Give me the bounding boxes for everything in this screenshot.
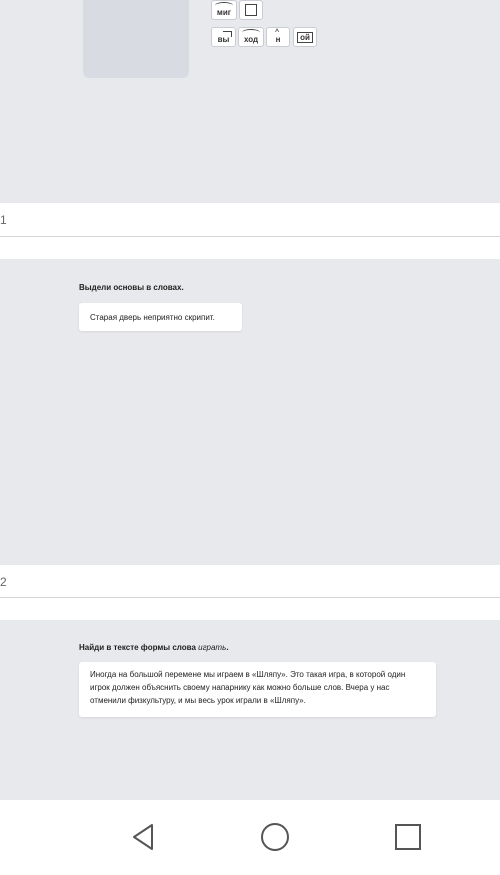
back-icon [133, 824, 153, 850]
prefix-mark-icon [223, 31, 232, 37]
empty-ending-icon [245, 4, 257, 16]
task-title: Найди в тексте формы слова играть. [79, 643, 229, 652]
suffix-mark-icon: ^ [275, 29, 280, 36]
task-panel-morphemes: миг вы ход ^ н ой [0, 0, 500, 203]
sentence-text: Старая дверь неприятно скрипит. [90, 313, 215, 322]
page-row-1: 1 [0, 203, 500, 237]
token-ending-oi[interactable]: ой [293, 27, 317, 47]
token-root-hod[interactable]: ход [238, 27, 264, 47]
home-button[interactable] [260, 822, 290, 852]
token-suffix-n[interactable]: ^ н [266, 27, 290, 47]
target-word: играть [198, 643, 227, 652]
recents-button[interactable] [393, 822, 423, 852]
task-title: Выдели основы в словах. [79, 283, 184, 292]
token-prefix-vy[interactable]: вы [211, 27, 236, 47]
sentence-card[interactable]: Старая дверь неприятно скрипит. [79, 303, 242, 331]
text-card[interactable]: Иногда на большой перемене мы играем в «… [79, 662, 436, 717]
home-icon [261, 823, 289, 851]
token-root-mig[interactable]: миг [211, 0, 237, 20]
page-number: 1 [0, 213, 7, 227]
recents-icon [395, 824, 421, 850]
page-row-2: 2 [0, 565, 500, 598]
token-empty-ending[interactable] [239, 0, 263, 20]
back-button[interactable] [128, 822, 158, 852]
root-arc-icon [215, 2, 233, 9]
task-text: Иногда на большой перемене мы играем в «… [90, 670, 406, 705]
root-arc-icon [242, 29, 260, 36]
task-panel-stems [0, 259, 500, 565]
image-placeholder [83, 0, 189, 78]
system-navigation-bar [0, 800, 500, 875]
page-number: 2 [0, 575, 7, 589]
